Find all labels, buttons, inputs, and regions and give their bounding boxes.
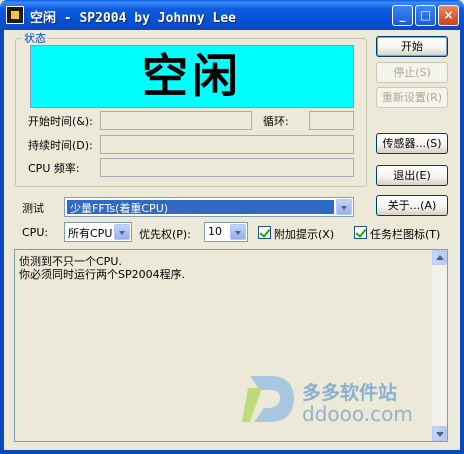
test-select-value: 少量FFTs(着重CPU) bbox=[70, 202, 169, 215]
cpu-label: CPU: bbox=[22, 226, 49, 239]
watermark-url: ddooo.com bbox=[302, 402, 413, 426]
maximize-icon: □ bbox=[419, 8, 432, 22]
chevron-down-icon[interactable] bbox=[336, 199, 352, 215]
loop-field bbox=[309, 111, 354, 130]
app-icon[interactable] bbox=[6, 6, 24, 24]
arrow-up-icon bbox=[436, 255, 444, 260]
priority-label: 优先权(P): bbox=[139, 228, 191, 241]
log-line: 你必须同时运行两个SP2004程序. bbox=[19, 268, 186, 281]
priority-select[interactable]: 10 bbox=[204, 222, 248, 242]
minimize-button[interactable]: _ bbox=[392, 5, 413, 26]
taskbar-icon-checkbox[interactable] bbox=[354, 226, 367, 239]
cpu-freq-label: CPU 频率: bbox=[28, 162, 80, 175]
duration-label: 持续时间(D): bbox=[28, 139, 93, 152]
start-time-field bbox=[100, 111, 252, 130]
extra-hints-checkbox[interactable] bbox=[258, 226, 271, 239]
close-icon: × bbox=[443, 8, 454, 22]
scroll-down-button[interactable] bbox=[432, 426, 447, 441]
loop-label: 循环: bbox=[263, 115, 289, 128]
sensors-button[interactable]: 传感器...(S) bbox=[376, 133, 448, 154]
priority-select-value: 10 bbox=[208, 225, 222, 238]
stop-button[interactable]: 停止(S) bbox=[376, 62, 448, 83]
log-scrollbar[interactable] bbox=[432, 250, 447, 441]
about-button[interactable]: 关于...(A) bbox=[376, 195, 448, 216]
window-frame-right bbox=[460, 30, 464, 454]
scroll-up-button[interactable] bbox=[432, 250, 447, 265]
chevron-down-icon[interactable] bbox=[114, 224, 130, 240]
cpu-freq-field bbox=[100, 158, 354, 177]
status-group-legend: 状态 bbox=[22, 30, 48, 46]
extra-hints-label[interactable]: 附加提示(X) bbox=[274, 226, 334, 242]
watermark: 多多软件站 ddooo.com bbox=[240, 368, 426, 432]
maximize-button[interactable]: □ bbox=[415, 5, 436, 26]
cpu-select-value: 所有CPU bbox=[68, 227, 113, 240]
watermark-name: 多多软件站 bbox=[302, 382, 398, 404]
status-text: 空闲 bbox=[142, 49, 242, 103]
window-frame-left bbox=[0, 30, 4, 454]
duration-field bbox=[100, 135, 354, 154]
test-select[interactable]: 少量FFTs(着重CPU) bbox=[64, 197, 354, 217]
taskbar-icon-label[interactable]: 任务栏图标(T) bbox=[370, 226, 440, 242]
chevron-down-icon[interactable] bbox=[230, 224, 246, 240]
start-button[interactable]: 开始 bbox=[376, 36, 448, 57]
test-label: 测试 bbox=[22, 202, 44, 215]
status-display: 空闲 bbox=[30, 45, 354, 108]
exit-button[interactable]: 退出(E) bbox=[376, 165, 448, 186]
watermark-logo-icon bbox=[242, 376, 294, 422]
window-frame-bottom bbox=[0, 450, 464, 454]
arrow-down-icon bbox=[436, 432, 444, 437]
window-title: 空闲 - SP2004 by Johnny Lee bbox=[30, 11, 237, 26]
reset-button[interactable]: 重新设置(R) bbox=[376, 87, 448, 108]
close-button[interactable]: × bbox=[438, 5, 459, 26]
minimize-icon: _ bbox=[399, 8, 406, 22]
start-time-label: 开始时间(&): bbox=[28, 115, 93, 128]
cpu-select[interactable]: 所有CPU bbox=[64, 222, 132, 242]
